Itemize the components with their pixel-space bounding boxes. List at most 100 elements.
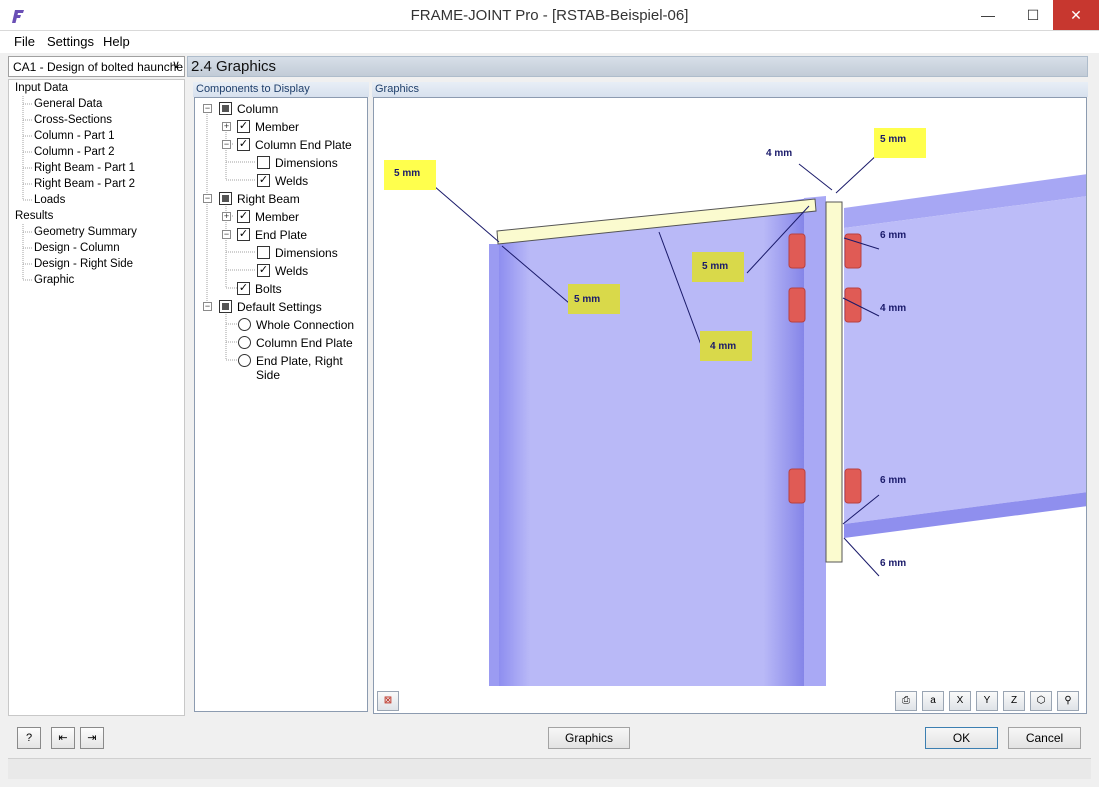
weld-label: 5 mm xyxy=(880,134,907,145)
nav-design-right-side[interactable]: Design - Right Side xyxy=(34,258,133,270)
view-x-icon[interactable]: X xyxy=(949,691,971,711)
whole-connection-radio[interactable] xyxy=(238,318,251,331)
whole-connection-label: Whole Connection xyxy=(256,318,355,332)
menu-file[interactable]: File xyxy=(14,34,35,49)
view-z-icon[interactable]: Z xyxy=(1003,691,1025,711)
reset-view-icon[interactable]: ⊠ xyxy=(377,691,399,711)
navigator-tree: Input Data General Data Cross-Sections C… xyxy=(8,79,185,716)
graphics-panel-label: Graphics xyxy=(372,82,1088,97)
menu-settings[interactable]: Settings xyxy=(47,34,94,49)
default-settings-collapse-toggle[interactable]: − xyxy=(203,302,212,311)
column-flange-right xyxy=(804,196,826,686)
menu-help[interactable]: Help xyxy=(103,34,130,49)
right-beam-collapse-toggle[interactable]: − xyxy=(203,194,212,203)
column-member-checkbox[interactable]: ✓ xyxy=(237,120,250,133)
menu-bar: File Settings Help xyxy=(0,31,1099,53)
bolts-checkbox[interactable]: ✓ xyxy=(237,282,250,295)
beam-welds-checkbox[interactable]: ✓ xyxy=(257,264,270,277)
beam-end-plate xyxy=(825,201,843,563)
column-end-plate-checkbox[interactable]: ✓ xyxy=(237,138,250,151)
column-checkbox[interactable] xyxy=(219,102,232,115)
graphics-viewport[interactable]: 5 mm 5 mm 4 mm 5 mm 5 mm 4 mm 6 mm 4 mm … xyxy=(373,97,1087,714)
default-settings-label: Default Settings xyxy=(237,300,322,314)
graphics-button[interactable]: Graphics xyxy=(548,727,630,749)
weld-label: 5 mm xyxy=(702,261,729,272)
column-label: Column xyxy=(237,102,279,116)
beam-end-plate-label: End Plate xyxy=(255,228,308,242)
minimize-button[interactable]: — xyxy=(969,0,1007,30)
beam-member-expand-toggle[interactable]: + xyxy=(222,212,231,221)
chevron-down-icon[interactable]: ∨ xyxy=(172,58,180,71)
nav-column-part2[interactable]: Column - Part 2 xyxy=(34,146,115,158)
column-welds-label: Welds xyxy=(275,174,309,188)
beam-dimensions-label: Dimensions xyxy=(275,246,338,260)
beam-end-plate-collapse-toggle[interactable]: − xyxy=(222,230,231,239)
right-beam-label: Right Beam xyxy=(237,192,300,206)
bolt-head xyxy=(788,468,806,504)
default-settings-checkbox[interactable] xyxy=(219,300,232,313)
ok-button[interactable]: OK xyxy=(925,727,998,749)
nav-column-part1[interactable]: Column - Part 1 xyxy=(34,130,115,142)
column-member-expand-toggle[interactable]: + xyxy=(222,122,231,131)
maximize-button[interactable]: ☐ xyxy=(1014,0,1052,30)
components-tree: − Column + ✓ Member − ✓ Column End Plate… xyxy=(194,97,368,712)
nav-cross-sections[interactable]: Cross-Sections xyxy=(34,114,112,126)
beam-welds-label: Welds xyxy=(275,264,309,278)
weld-label: 5 mm xyxy=(394,168,421,179)
nav-right-beam-part2[interactable]: Right Beam - Part 2 xyxy=(34,178,135,190)
nav-graphic[interactable]: Graphic xyxy=(34,274,74,286)
next-icon[interactable]: ⇥ xyxy=(80,727,104,749)
section-title: 2.4 Graphics xyxy=(187,56,1088,77)
nav-geometry-summary[interactable]: Geometry Summary xyxy=(34,226,137,238)
weld-label: 4 mm xyxy=(766,148,793,159)
nav-design-column[interactable]: Design - Column xyxy=(34,242,120,254)
column-end-plate-collapse-toggle[interactable]: − xyxy=(222,140,231,149)
weld-label: 4 mm xyxy=(880,303,907,314)
bolts-label: Bolts xyxy=(255,282,282,296)
load-case-select[interactable]: CA1 - Design of bolted haunche ∨ xyxy=(8,56,185,77)
bolt-head xyxy=(788,287,806,323)
weld-label: 6 mm xyxy=(880,230,907,241)
column-welds-checkbox[interactable]: ✓ xyxy=(257,174,270,187)
nav-input-data[interactable]: Input Data xyxy=(15,82,68,94)
weld-label: 6 mm xyxy=(880,475,907,486)
end-plate-right-side-label: End Plate, Right Side xyxy=(256,354,343,382)
tree-connector-lines xyxy=(22,96,33,281)
zoom-tool-icon[interactable]: ⚲ xyxy=(1057,691,1079,711)
bolt-nut xyxy=(844,287,862,323)
beam-end-plate-checkbox[interactable]: ✓ xyxy=(237,228,250,241)
weld-label: 6 mm xyxy=(880,558,907,569)
title-bar: FRAME-JOINT Pro - [RSTAB-Beispiel-06] — … xyxy=(0,0,1099,31)
beam-dimensions-checkbox[interactable] xyxy=(257,246,270,259)
cancel-button[interactable]: Cancel xyxy=(1008,727,1081,749)
column-end-plate-label: Column End Plate xyxy=(255,138,352,152)
beam-member-label: Member xyxy=(255,210,300,224)
column-flange-left xyxy=(489,244,499,686)
bolt-head xyxy=(788,233,806,269)
column-member-label: Member xyxy=(255,120,300,134)
right-beam-checkbox[interactable] xyxy=(219,192,232,205)
connection-drawing xyxy=(433,152,1086,686)
nav-loads[interactable]: Loads xyxy=(34,194,65,206)
nav-right-beam-part1[interactable]: Right Beam - Part 1 xyxy=(34,162,135,174)
nav-results[interactable]: Results xyxy=(15,210,53,222)
print-icon[interactable]: ⎙ xyxy=(895,691,917,711)
column-collapse-toggle[interactable]: − xyxy=(203,104,212,113)
window-title: FRAME-JOINT Pro - [RSTAB-Beispiel-06] xyxy=(410,7,689,24)
status-bar xyxy=(8,758,1091,779)
column-end-plate-radio[interactable] xyxy=(238,336,251,349)
beam-member-checkbox[interactable]: ✓ xyxy=(237,210,250,223)
end-plate-right-side-radio[interactable] xyxy=(238,354,251,367)
weld-label: 5 mm xyxy=(574,294,601,305)
weld-label: 4 mm xyxy=(710,341,737,352)
isometric-view-icon[interactable]: ⬡ xyxy=(1030,691,1052,711)
load-case-value: CA1 - Design of bolted haunche xyxy=(13,60,184,74)
view-y-icon[interactable]: Y xyxy=(976,691,998,711)
annotation-icon[interactable]: a xyxy=(922,691,944,711)
column-end-plate-radio-label: Column End Plate xyxy=(256,336,353,350)
help-icon[interactable]: ? xyxy=(17,727,41,749)
close-button[interactable]: ✕ xyxy=(1053,0,1099,30)
previous-icon[interactable]: ⇤ xyxy=(51,727,75,749)
nav-general-data[interactable]: General Data xyxy=(34,98,102,110)
column-dimensions-checkbox[interactable] xyxy=(257,156,270,169)
